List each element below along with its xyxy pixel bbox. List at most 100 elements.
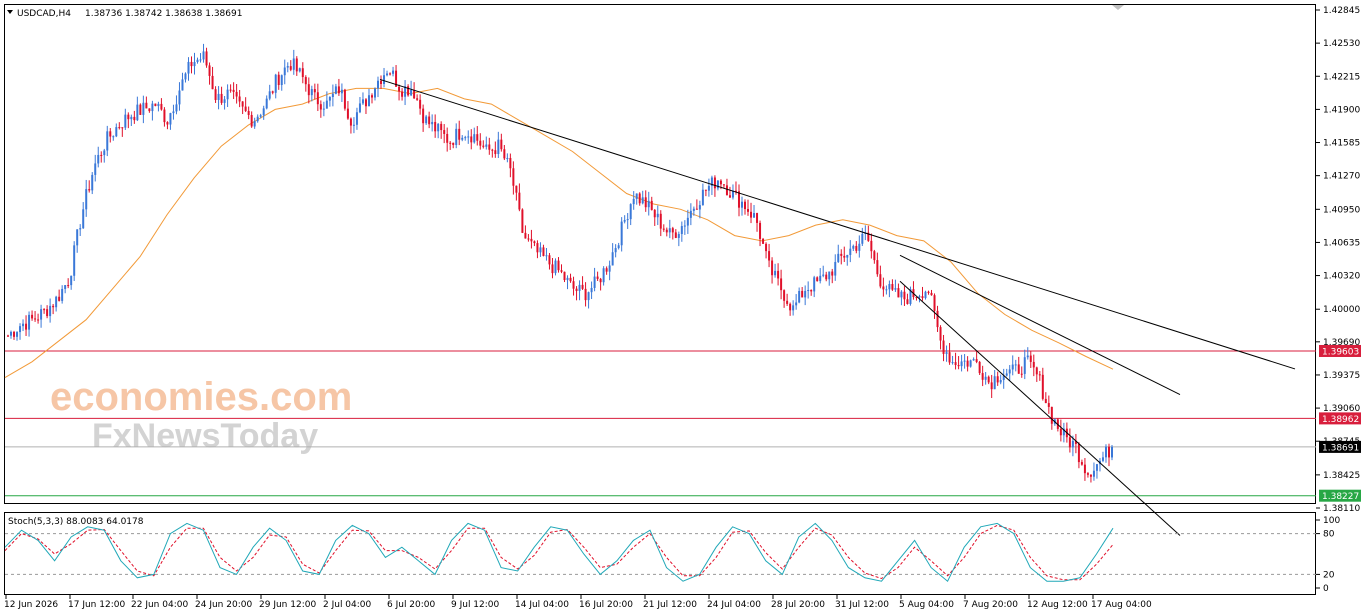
candle-body	[431, 121, 434, 125]
candle-body	[322, 108, 325, 110]
candle-body	[434, 121, 437, 132]
candle-body	[61, 288, 64, 301]
candle-body	[112, 136, 115, 138]
level-price-text-0: 1.39603	[1322, 347, 1359, 357]
candle-body	[473, 134, 476, 143]
candle-body	[310, 89, 313, 96]
stoch-level-label: 0	[1323, 584, 1329, 594]
candle-body	[79, 228, 82, 230]
candle-body	[401, 91, 404, 97]
candle-body	[744, 201, 747, 210]
candle-body	[127, 114, 130, 120]
candle-body	[774, 270, 777, 276]
candle-body	[106, 131, 109, 151]
candle-body	[596, 276, 599, 279]
candle-body	[740, 201, 743, 208]
candle-body	[506, 157, 509, 159]
candle-body	[70, 275, 73, 286]
y-tick-label: 1.42215	[1323, 72, 1360, 82]
x-tick-label: 22 Jun 04:00	[131, 600, 188, 610]
candle-body	[175, 104, 178, 112]
candle-body	[701, 189, 704, 206]
candle-body	[190, 61, 193, 67]
level-price-text-2: 1.38691	[1322, 443, 1359, 453]
candle-body	[292, 58, 295, 70]
candle-body	[656, 213, 659, 218]
candle-body	[136, 104, 139, 121]
candle-body	[226, 89, 229, 100]
candle-body	[855, 245, 858, 251]
candle-body	[55, 296, 58, 308]
candle-body	[786, 300, 789, 304]
candle-body	[638, 193, 641, 204]
price-chart[interactable]: economies.com FxNewsToday 1.42845 1.42530…	[0, 0, 1366, 615]
candle-body	[1008, 369, 1011, 374]
candle-body	[31, 314, 34, 319]
candle-body	[575, 288, 578, 291]
candle-body	[422, 108, 425, 124]
x-tick-label: 2 Jul 04:00	[323, 600, 372, 610]
y-tick-label: 1.40000	[1323, 305, 1360, 315]
candle-body	[632, 198, 635, 205]
candle-body	[485, 144, 488, 147]
candle-body	[650, 200, 653, 210]
candle-body	[268, 91, 271, 99]
candle-body	[975, 359, 978, 362]
candle-body	[1050, 406, 1053, 424]
candle-body	[903, 291, 906, 300]
candle-body	[64, 285, 67, 289]
candle-body	[1059, 428, 1062, 436]
candle-body	[94, 163, 97, 175]
candle-body	[1107, 446, 1110, 458]
candle-body	[166, 122, 169, 125]
candle-body	[578, 284, 581, 291]
candle-body	[653, 209, 656, 218]
candle-body	[211, 75, 214, 90]
x-tick-label: 16 Jul 20:00	[579, 600, 633, 610]
candle-body	[551, 264, 554, 274]
candle-body	[515, 185, 518, 193]
candle-body	[846, 254, 849, 258]
candle-body	[223, 99, 226, 103]
x-tick-label: 5 Aug 04:00	[899, 600, 954, 610]
candle-body	[398, 86, 401, 92]
candle-body	[37, 319, 40, 321]
candle-body	[843, 255, 846, 258]
candle-body	[792, 305, 795, 311]
candle-body	[999, 380, 1002, 383]
candle-body	[85, 189, 88, 210]
candle-body	[753, 213, 756, 218]
candle-body	[993, 376, 996, 390]
candle-body	[539, 247, 542, 253]
candle-body	[88, 189, 91, 191]
candle-body	[67, 285, 70, 287]
x-tick-label: 17 Aug 04:00	[1091, 600, 1152, 610]
candle-body	[765, 243, 768, 252]
candle-body	[858, 243, 861, 251]
candle-body	[208, 65, 211, 76]
candle-body	[725, 185, 728, 196]
candle-body	[271, 91, 274, 93]
candle-body	[349, 118, 352, 126]
y-tick-label: 1.41585	[1323, 139, 1360, 149]
candle-body	[22, 323, 25, 327]
candle-body	[1038, 374, 1041, 376]
candle-body	[458, 128, 461, 140]
candle-body	[437, 123, 440, 132]
candle-body	[154, 103, 157, 107]
candle-body	[719, 180, 722, 185]
candle-body	[467, 136, 470, 138]
candle-body	[1023, 357, 1026, 374]
candle-body	[139, 104, 142, 115]
ohlc-label: 1.38736 1.38742 1.38638 1.38691	[85, 9, 242, 19]
candle-body	[428, 116, 431, 125]
candle-body	[443, 130, 446, 134]
candle-body	[891, 284, 894, 290]
candle-body	[325, 100, 328, 109]
candle-body	[361, 99, 364, 104]
candle-body	[530, 238, 533, 242]
candle-body	[301, 68, 304, 78]
candle-body	[795, 302, 798, 306]
candle-body	[722, 184, 725, 186]
candle-body	[674, 232, 677, 238]
